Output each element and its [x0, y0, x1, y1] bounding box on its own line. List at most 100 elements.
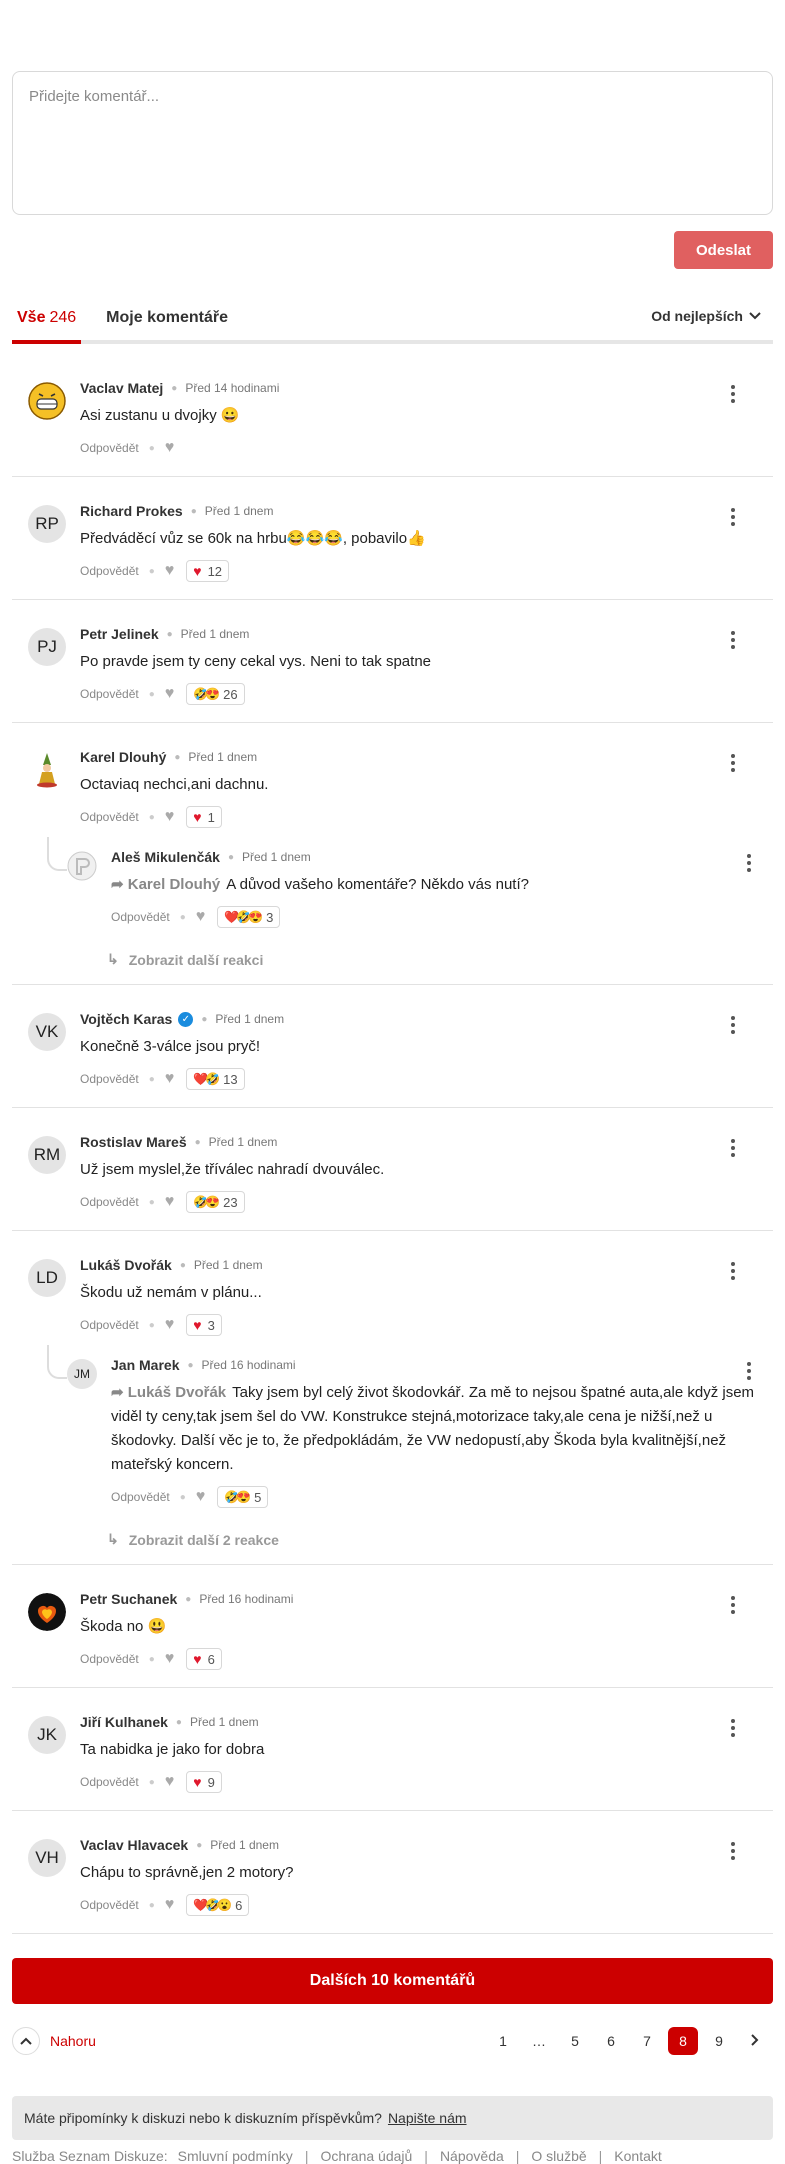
more-options-icon[interactable]: [725, 1013, 741, 1037]
next-page-chevron-icon[interactable]: [737, 2027, 773, 2055]
back-to-top-link[interactable]: Nahoru: [12, 2027, 96, 2055]
author-name[interactable]: Petr Jelinek: [80, 626, 159, 642]
reactions-badge[interactable]: ♥ 6: [186, 1648, 222, 1670]
avatar[interactable]: RM: [28, 1136, 66, 1174]
reactions-badge[interactable]: ❤️🤣😍 3: [217, 906, 281, 928]
like-heart-icon[interactable]: ♥: [196, 908, 206, 926]
author-name[interactable]: Jiří Kulhanek: [80, 1714, 168, 1730]
send-button[interactable]: Odeslat: [674, 231, 773, 269]
page-link[interactable]: 6: [593, 2027, 629, 2055]
reactions-count: 3: [207, 1317, 215, 1333]
more-options-icon[interactable]: [725, 1259, 741, 1283]
author-name[interactable]: Vaclav Hlavacek: [80, 1837, 188, 1853]
more-options-icon[interactable]: [725, 505, 741, 529]
footer-link-terms[interactable]: Smluvní podmínky: [178, 2148, 293, 2164]
comment-input[interactable]: [29, 88, 756, 198]
reactions-badge[interactable]: ♥ 1: [186, 806, 222, 828]
more-options-icon[interactable]: [741, 1359, 757, 1383]
reply-button[interactable]: Odpovědět: [80, 441, 139, 455]
reactions-badge[interactable]: 🤣😍 26: [186, 683, 245, 705]
page-link[interactable]: 9: [701, 2027, 737, 2055]
like-heart-icon[interactable]: ♥: [165, 1773, 175, 1791]
author-name[interactable]: Petr Suchanek: [80, 1591, 177, 1607]
avatar[interactable]: PJ: [28, 628, 66, 666]
reply-button[interactable]: Odpovědět: [80, 810, 139, 824]
avatar[interactable]: LD: [28, 1259, 66, 1297]
avatar[interactable]: [28, 751, 66, 789]
reactions-badge[interactable]: ♥ 3: [186, 1314, 222, 1336]
show-more-replies[interactable]: ↳ Zobrazit další reakci: [107, 951, 757, 968]
more-options-icon[interactable]: [725, 1136, 741, 1160]
feedback-link[interactable]: Napište nám: [388, 2110, 467, 2126]
reactions-badge[interactable]: 🤣😍 5: [217, 1486, 269, 1508]
current-page[interactable]: 8: [668, 2027, 698, 2055]
author-name[interactable]: Richard Prokes: [80, 503, 183, 519]
footer-link-about[interactable]: O službě: [531, 2148, 586, 2164]
reply-to[interactable]: ➦ Karel Dlouhý: [111, 876, 220, 893]
reply-button[interactable]: Odpovědět: [80, 1195, 139, 1209]
reply-to[interactable]: ➦ Lukáš Dvořák: [111, 1384, 226, 1401]
footer-link-privacy[interactable]: Ochrana údajů: [320, 2148, 412, 2164]
like-heart-icon[interactable]: ♥: [196, 1488, 206, 1506]
like-heart-icon[interactable]: ♥: [165, 808, 175, 826]
load-more-comments-button[interactable]: Dalších 10 komentářů: [12, 1958, 773, 2004]
show-more-replies[interactable]: ↳ Zobrazit další 2 reakce: [107, 1531, 757, 1548]
like-heart-icon[interactable]: ♥: [165, 685, 175, 703]
sort-dropdown[interactable]: Od nejlepších: [651, 308, 761, 324]
author-name[interactable]: Lukáš Dvořák: [80, 1257, 172, 1273]
reactions-badge[interactable]: 🤣😍 23: [186, 1191, 245, 1213]
avatar[interactable]: [28, 1593, 66, 1631]
reply-button[interactable]: Odpovědět: [80, 1072, 139, 1086]
like-heart-icon[interactable]: ♥: [165, 1316, 175, 1334]
tab-all[interactable]: Vše 246: [12, 308, 82, 344]
reply-button[interactable]: Odpovědět: [80, 1318, 139, 1332]
page-link[interactable]: 1: [485, 2027, 521, 2055]
comment-time: Před 1 dnem: [241, 850, 311, 864]
author-name[interactable]: Aleš Mikulenčák: [111, 849, 220, 865]
like-heart-icon[interactable]: ♥: [165, 439, 175, 457]
avatar[interactable]: [67, 851, 97, 881]
reply-corner-arrow-icon: ↳: [107, 1531, 119, 1547]
more-options-icon[interactable]: [725, 1593, 741, 1617]
comment-time: Před 16 hodinami: [201, 1358, 296, 1372]
avatar[interactable]: [28, 382, 66, 420]
reply-button[interactable]: Odpovědět: [80, 687, 139, 701]
comment-composer[interactable]: [12, 71, 773, 215]
author-name[interactable]: Rostislav Mareš: [80, 1134, 187, 1150]
reply-button[interactable]: Odpovědět: [111, 910, 170, 924]
author-name[interactable]: Vaclav Matej: [80, 380, 163, 396]
avatar[interactable]: RP: [28, 505, 66, 543]
reactions-badge[interactable]: ❤️🤣 13: [186, 1068, 245, 1090]
author-name[interactable]: Jan Marek: [111, 1357, 179, 1373]
more-options-icon[interactable]: [725, 1839, 741, 1863]
like-heart-icon[interactable]: ♥: [165, 1070, 175, 1088]
like-heart-icon[interactable]: ♥: [165, 1650, 175, 1668]
avatar[interactable]: VH: [28, 1839, 66, 1877]
footer-link-contact[interactable]: Kontakt: [614, 2148, 661, 2164]
more-options-icon[interactable]: [725, 751, 741, 775]
like-heart-icon[interactable]: ♥: [165, 562, 175, 580]
avatar[interactable]: VK: [28, 1013, 66, 1051]
more-options-icon[interactable]: [741, 851, 757, 875]
reply-button[interactable]: Odpovědět: [80, 564, 139, 578]
reply-button[interactable]: Odpovědět: [111, 1490, 170, 1504]
page-link[interactable]: 5: [557, 2027, 593, 2055]
reactions-badge[interactable]: ♥ 12: [186, 560, 230, 582]
reply-button[interactable]: Odpovědět: [80, 1652, 139, 1666]
reply-button[interactable]: Odpovědět: [80, 1898, 139, 1912]
author-name[interactable]: Vojtěch Karas: [80, 1011, 172, 1027]
more-options-icon[interactable]: [725, 628, 741, 652]
more-options-icon[interactable]: [725, 382, 741, 406]
like-heart-icon[interactable]: ♥: [165, 1193, 175, 1211]
tab-my-comments[interactable]: Moje komentáře: [101, 308, 233, 344]
avatar[interactable]: JM: [67, 1359, 97, 1389]
more-options-icon[interactable]: [725, 1716, 741, 1740]
page-link[interactable]: 7: [629, 2027, 665, 2055]
reply-button[interactable]: Odpovědět: [80, 1775, 139, 1789]
like-heart-icon[interactable]: ♥: [165, 1896, 175, 1914]
reactions-badge[interactable]: ❤️🤣😮 6: [186, 1894, 250, 1916]
reactions-badge[interactable]: ♥ 9: [186, 1771, 222, 1793]
avatar[interactable]: JK: [28, 1716, 66, 1754]
footer-link-help[interactable]: Nápověda: [440, 2148, 504, 2164]
author-name[interactable]: Karel Dlouhý: [80, 749, 166, 765]
